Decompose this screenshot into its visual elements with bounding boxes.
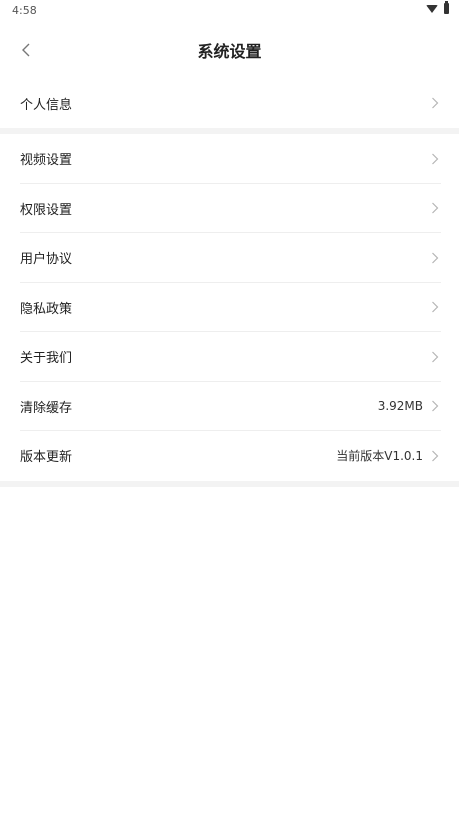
battery-icon [444,1,449,14]
row-label: 清除缓存 [20,400,73,416]
chevron-right-icon [429,153,441,165]
settings-row-user-agreement[interactable]: 用户协议 [0,233,459,283]
chevron-right-icon [429,252,441,264]
status-icons [426,1,449,14]
back-button[interactable] [14,38,38,62]
cache-size-value: 3.92MB [377,399,423,414]
row-label: 关于我们 [20,351,73,367]
settings-group-profile: 个人信息 [0,78,459,128]
chevron-right-icon [429,301,441,313]
chevron-right-icon [429,202,441,214]
chevron-right-icon [429,97,441,109]
settings-row-privacy-policy[interactable]: 隐私政策 [0,283,459,333]
settings-group-main: 视频设置 权限设置 用户协议 隐私政策 关于我们 清除缓存 3.92MB 版本更… [0,134,459,481]
row-label: 版本更新 [20,450,73,466]
row-label: 用户协议 [20,252,73,268]
current-version-value: 当前版本V1.0.1 [336,449,423,464]
row-label: 个人信息 [20,97,73,113]
settings-row-video[interactable]: 视频设置 [0,134,459,184]
chevron-left-icon [22,43,30,57]
settings-row-clear-cache[interactable]: 清除缓存 3.92MB [0,382,459,432]
page-title: 系统设置 [197,42,262,61]
settings-row-personal-info[interactable]: 个人信息 [0,78,459,128]
row-label: 隐私政策 [20,301,73,317]
status-time: 4:58 [12,4,37,17]
chevron-right-icon [429,450,441,462]
section-separator [0,480,459,487]
row-label: 权限设置 [20,202,73,218]
wifi-icon [426,4,438,13]
row-label: 视频设置 [20,153,73,169]
chevron-right-icon [429,400,441,412]
nav-bar: 系统设置 [0,22,459,78]
status-bar: 4:58 [0,0,459,22]
settings-row-permissions[interactable]: 权限设置 [0,184,459,234]
settings-row-version-update[interactable]: 版本更新 当前版本V1.0.1 [0,431,459,481]
chevron-right-icon [429,351,441,363]
settings-row-about-us[interactable]: 关于我们 [0,332,459,382]
